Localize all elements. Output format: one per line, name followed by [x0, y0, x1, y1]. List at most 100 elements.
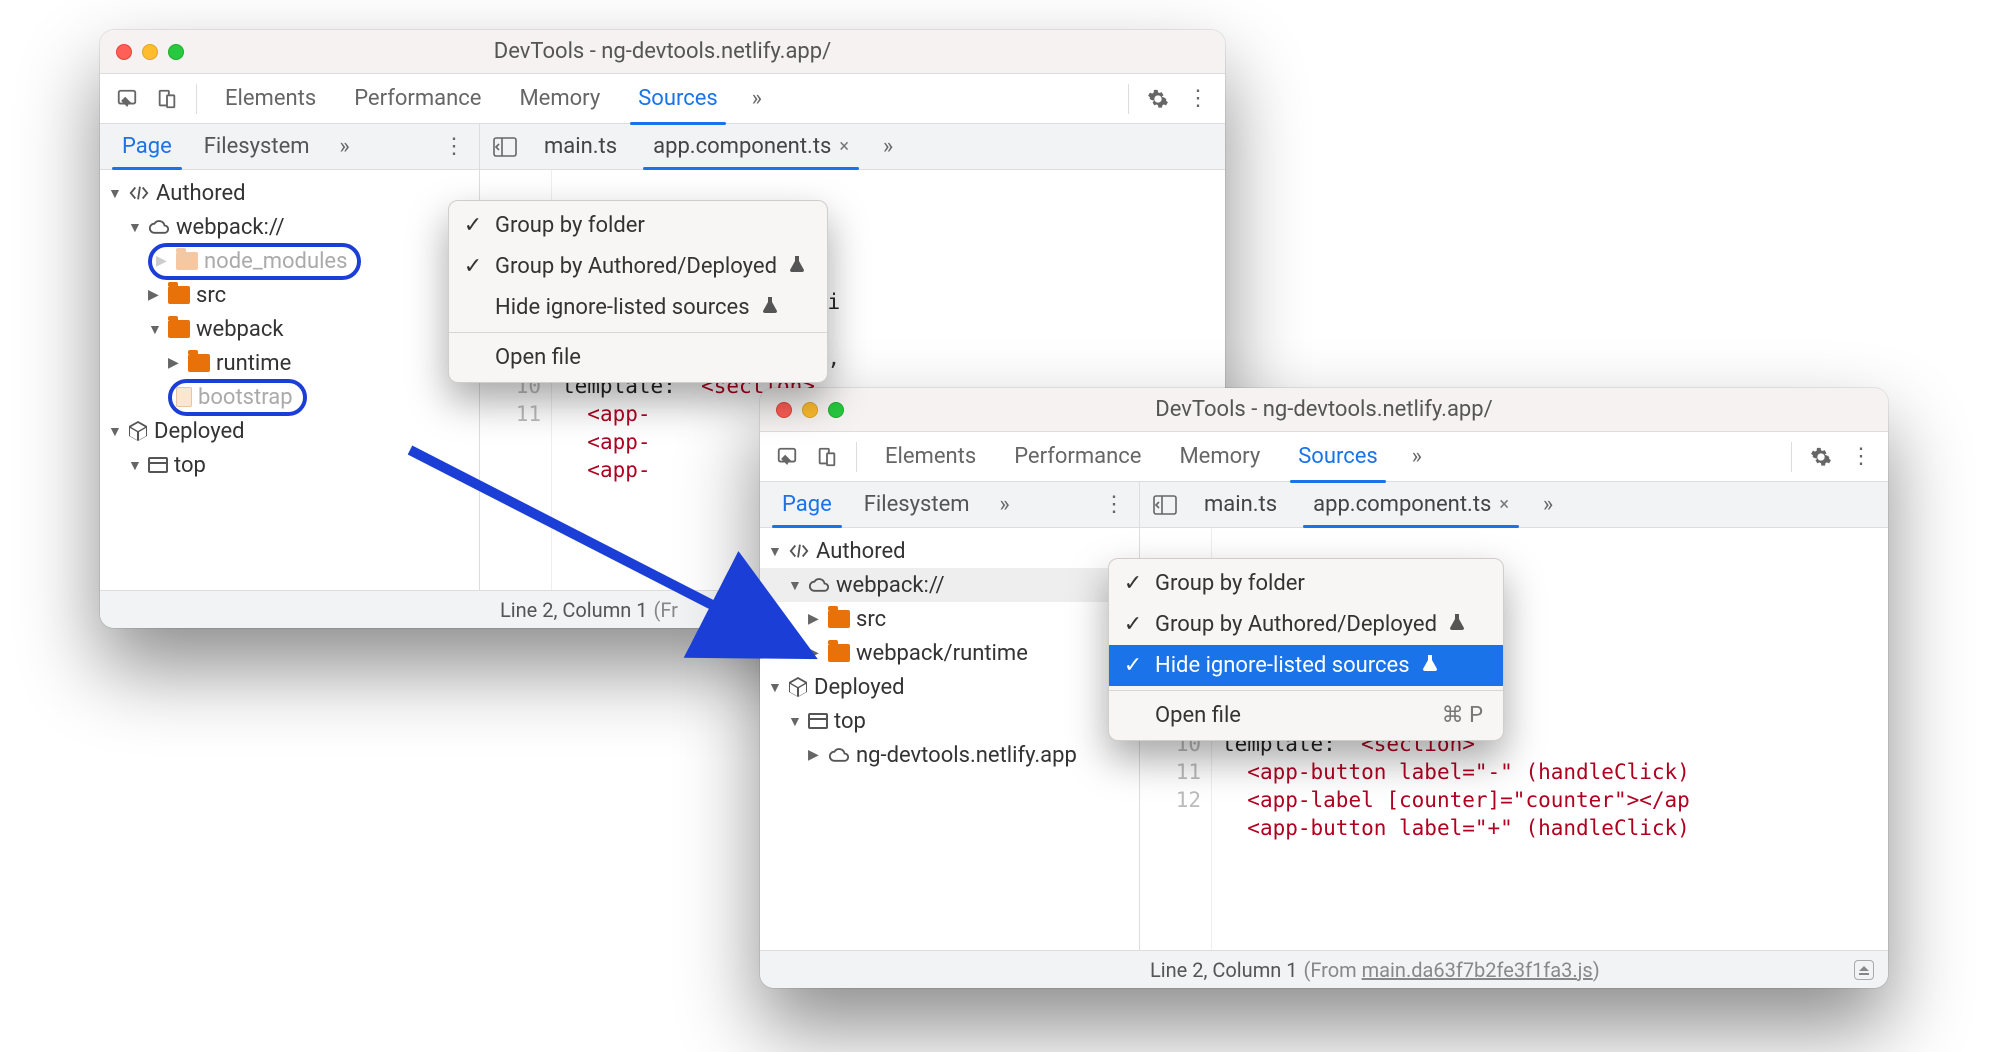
device-toggle-icon[interactable]	[810, 440, 844, 474]
menu-open-file[interactable]: Open file	[449, 332, 827, 378]
menu-hide-ignore-listed[interactable]: Hide ignore-listed sources	[449, 287, 827, 328]
navigator-menu-icon[interactable]: ⋮	[437, 130, 471, 164]
filetab-app-component-ts[interactable]: app.component.ts ×	[1299, 482, 1523, 528]
more-filetabs-icon[interactable]: »	[871, 130, 905, 164]
more-subtabs-icon[interactable]: »	[328, 130, 362, 164]
close-tab-icon[interactable]: ×	[1499, 494, 1509, 515]
inspect-icon[interactable]	[110, 82, 144, 116]
check-icon: ✓	[463, 213, 483, 238]
source-map-link[interactable]: main.da63f7b2fe3f1fa3.js	[1362, 958, 1593, 982]
minimize-window-button[interactable]	[142, 44, 158, 60]
code-icon	[128, 184, 150, 202]
tab-elements[interactable]: Elements	[209, 74, 332, 124]
filetab-app-component-ts[interactable]: app.component.ts ×	[639, 124, 863, 170]
filetab-main-ts[interactable]: main.ts	[530, 124, 631, 170]
navigator-context-menu: ✓ Group by folder ✓ Group by Authored/De…	[1108, 558, 1504, 741]
more-tabs-icon[interactable]: »	[1400, 440, 1434, 474]
tree-deployed[interactable]: ▼ Deployed	[760, 670, 1139, 704]
more-subtabs-icon[interactable]: »	[988, 488, 1022, 522]
cloud-icon	[148, 220, 170, 235]
cloud-icon	[808, 578, 830, 593]
tree-webpack-folder[interactable]: ▼ webpack	[100, 312, 479, 346]
window-controls	[776, 402, 844, 418]
menu-group-by-folder[interactable]: ✓ Group by folder	[449, 205, 827, 246]
highlight-node-modules: ▶ node_modules	[148, 243, 361, 280]
more-filetabs-icon[interactable]: »	[1531, 488, 1565, 522]
menu-group-by-authored[interactable]: ✓ Group by Authored/Deployed	[1109, 604, 1503, 645]
window-controls	[116, 44, 184, 60]
tab-memory[interactable]: Memory	[503, 74, 616, 124]
tree-src[interactable]: ▶ src	[100, 278, 479, 312]
show-bottom-drawer-icon[interactable]	[1854, 960, 1874, 980]
tree-deployed[interactable]: ▼ Deployed	[100, 414, 479, 448]
window-title: DevTools - ng-devtools.netlify.app/	[1155, 397, 1492, 422]
tab-sources[interactable]: Sources	[622, 74, 734, 124]
tree-bootstrap[interactable]: bootstrap	[100, 380, 479, 414]
kebab-menu-icon[interactable]: ⋮	[1181, 82, 1215, 116]
filetab-main-ts[interactable]: main.ts	[1190, 482, 1291, 528]
main-tabs: Elements Performance Memory Sources » ⋮	[100, 74, 1225, 124]
frame-icon	[808, 713, 828, 729]
flask-icon	[789, 254, 805, 279]
tab-elements[interactable]: Elements	[869, 432, 992, 482]
flask-icon	[1422, 653, 1438, 678]
tree-node-modules[interactable]: ▶ node_modules	[100, 244, 479, 278]
frame-icon	[148, 457, 168, 473]
tree-webpack-scheme[interactable]: ▼ webpack://	[100, 210, 479, 244]
main-tabs: Elements Performance Memory Sources » ⋮	[760, 432, 1888, 482]
tab-sources[interactable]: Sources	[1282, 432, 1394, 482]
menu-group-by-folder[interactable]: ✓ Group by folder	[1109, 563, 1503, 604]
tree-runtime[interactable]: ▶ runtime	[100, 346, 479, 380]
menu-group-by-authored[interactable]: ✓ Group by Authored/Deployed	[449, 246, 827, 287]
device-toggle-icon[interactable]	[150, 82, 184, 116]
subtab-page[interactable]: Page	[108, 124, 186, 170]
check-icon: ✓	[1123, 612, 1143, 637]
menu-open-file[interactable]: Open file ⌘ P	[1109, 690, 1503, 736]
tree-webpack-scheme[interactable]: ▼ webpack://	[760, 568, 1139, 602]
folder-icon	[828, 610, 850, 628]
close-window-button[interactable]	[116, 44, 132, 60]
minimize-window-button[interactable]	[802, 402, 818, 418]
tree-authored[interactable]: ▼ Authored	[100, 176, 479, 210]
check-icon: ✓	[1123, 571, 1143, 596]
window-title: DevTools - ng-devtools.netlify.app/	[494, 39, 831, 64]
tab-performance[interactable]: Performance	[998, 432, 1157, 482]
inspect-icon[interactable]	[770, 440, 804, 474]
file-nav-icon[interactable]	[1148, 488, 1182, 522]
tab-memory[interactable]: Memory	[1163, 432, 1276, 482]
tree-netlify-domain[interactable]: ▶ ng-devtools.netlify.app	[760, 738, 1139, 772]
navigator-menu-icon[interactable]: ⋮	[1097, 488, 1131, 522]
tree-top[interactable]: ▼ top	[100, 448, 479, 482]
close-window-button[interactable]	[776, 402, 792, 418]
navigator-tree: ▼ Authored ▼ webpack:// ▶ node_modules ▶…	[100, 170, 480, 590]
check-icon: ✓	[463, 254, 483, 279]
tree-src[interactable]: ▶ src	[760, 602, 1139, 636]
tree-webpack-runtime[interactable]: ▶ webpack/runtime	[760, 636, 1139, 670]
folder-icon	[176, 252, 198, 270]
close-tab-icon[interactable]: ×	[839, 136, 849, 157]
titlebar: DevTools - ng-devtools.netlify.app/	[760, 388, 1888, 432]
folder-icon	[828, 644, 850, 662]
tree-authored[interactable]: ▼ Authored	[760, 534, 1139, 568]
status-bar: Line 2, Column 1 (From main.da63f7b2fe3f…	[760, 950, 1888, 988]
menu-hide-ignore-listed[interactable]: ✓ Hide ignore-listed sources	[1109, 645, 1503, 686]
settings-icon[interactable]	[1141, 82, 1175, 116]
code-icon	[788, 542, 810, 560]
subtab-page[interactable]: Page	[768, 482, 846, 528]
maximize-window-button[interactable]	[168, 44, 184, 60]
cursor-position: Line 2, Column 1	[500, 598, 647, 622]
maximize-window-button[interactable]	[828, 402, 844, 418]
file-nav-icon[interactable]	[488, 130, 522, 164]
settings-icon[interactable]	[1804, 440, 1838, 474]
kebab-menu-icon[interactable]: ⋮	[1844, 440, 1878, 474]
folder-icon	[168, 320, 190, 338]
file-icon	[176, 387, 192, 407]
more-tabs-icon[interactable]: »	[740, 82, 774, 116]
tab-performance[interactable]: Performance	[338, 74, 497, 124]
folder-icon	[188, 354, 210, 372]
subtab-filesystem[interactable]: Filesystem	[850, 482, 984, 528]
subtab-filesystem[interactable]: Filesystem	[190, 124, 324, 170]
tree-top[interactable]: ▼ top	[760, 704, 1139, 738]
titlebar: DevTools - ng-devtools.netlify.app/	[100, 30, 1225, 74]
sources-subbar: Page Filesystem » ⋮ main.ts app.componen…	[100, 124, 1225, 170]
